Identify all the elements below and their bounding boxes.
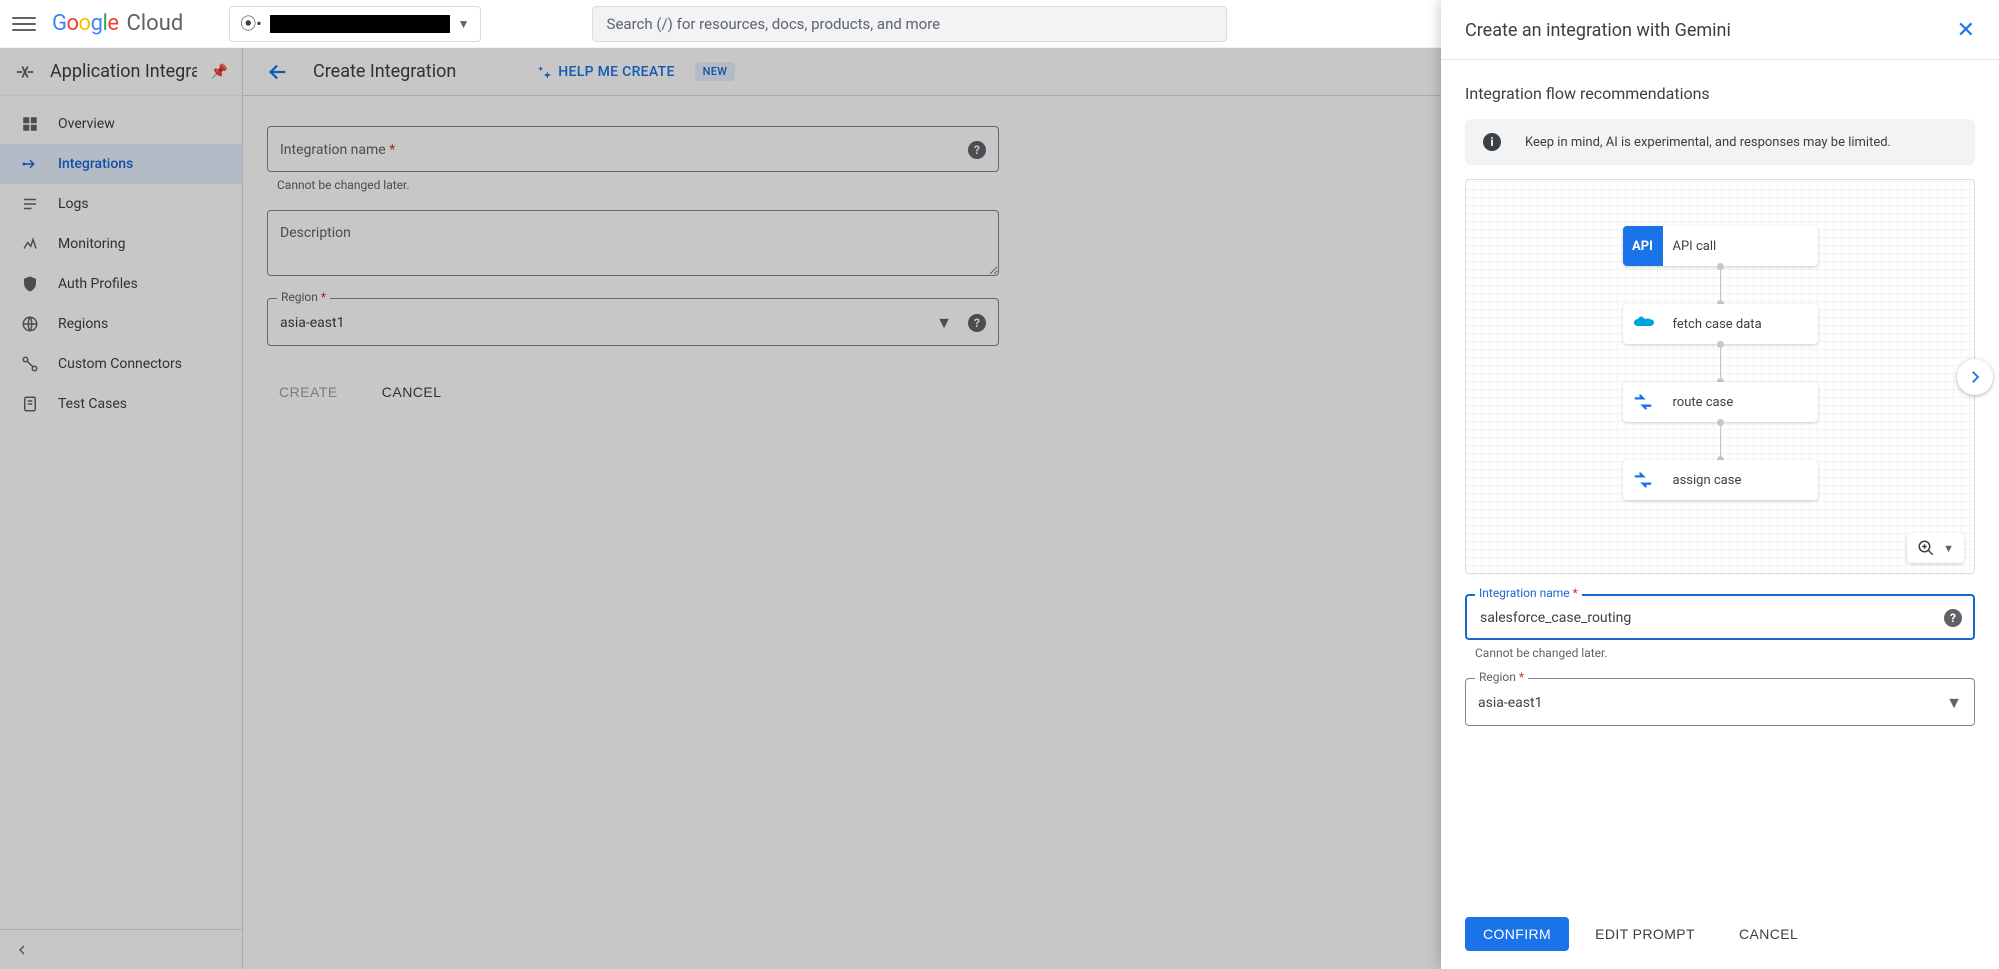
panel-cancel-button[interactable]: CANCEL (1721, 917, 1816, 951)
flow-wrapper: API API call fetch case data (1465, 179, 1975, 574)
flow-connector (1720, 266, 1721, 304)
zoom-in-icon (1917, 539, 1935, 557)
panel-footer: CONFIRM EDIT PROMPT CANCEL (1441, 901, 1999, 969)
mapping-icon (1623, 460, 1663, 500)
flow-canvas[interactable]: API API call fetch case data (1465, 179, 1975, 574)
flow-node-route-case[interactable]: route case (1623, 382, 1818, 422)
close-icon[interactable]: ✕ (1953, 14, 1979, 47)
chevron-down-icon: ▼ (1943, 542, 1954, 555)
help-icon[interactable]: ? (1944, 609, 1962, 627)
node-label: API call (1663, 239, 1717, 254)
panel-header: Create an integration with Gemini ✕ (1441, 0, 1999, 60)
project-icon: ⦿• (240, 16, 261, 32)
flow-connector (1720, 422, 1721, 460)
api-icon: API (1623, 226, 1663, 266)
flow-node-assign-case[interactable]: assign case (1623, 460, 1818, 500)
panel-subtitle: Integration flow recommendations (1465, 84, 1975, 103)
flow-node-api-call[interactable]: API API call (1623, 226, 1818, 266)
panel-title: Create an integration with Gemini (1465, 20, 1731, 41)
panel-name-hint: Cannot be changed later. (1475, 646, 1975, 660)
google-cloud-logo[interactable]: Google Cloud (52, 11, 183, 36)
panel-body: Integration flow recommendations i Keep … (1441, 60, 1999, 901)
nav-menu-icon[interactable] (12, 12, 36, 36)
chevron-down-icon: ▼ (1946, 693, 1962, 713)
edit-prompt-button[interactable]: EDIT PROMPT (1577, 917, 1713, 951)
mapping-icon (1623, 382, 1663, 422)
confirm-button[interactable]: CONFIRM (1465, 917, 1569, 951)
region-value: asia-east1 (1478, 695, 1946, 711)
ai-disclaimer-banner: i Keep in mind, AI is experimental, and … (1465, 119, 1975, 165)
search-input[interactable]: Search (/) for resources, docs, products… (592, 6, 1227, 42)
google-word: Google (52, 11, 118, 36)
node-label: route case (1663, 395, 1734, 410)
panel-integration-name-field[interactable]: Integration name * ? (1465, 594, 1975, 640)
panel-form: Integration name * ? Cannot be changed l… (1465, 594, 1975, 726)
project-name-redacted (270, 15, 450, 33)
region-label: Region * (1475, 670, 1528, 684)
panel-name-input[interactable] (1478, 609, 1944, 627)
zoom-control[interactable]: ▼ (1907, 533, 1964, 563)
banner-text: Keep in mind, AI is experimental, and re… (1525, 135, 1891, 150)
flow-node-fetch-case[interactable]: fetch case data (1623, 304, 1818, 344)
name-label: Integration name * (1475, 586, 1582, 600)
salesforce-icon (1623, 304, 1663, 344)
search-placeholder: Search (/) for resources, docs, products… (607, 15, 941, 33)
project-selector[interactable]: ⦿• ▼ (229, 6, 480, 42)
node-label: fetch case data (1663, 317, 1762, 332)
next-recommendation-button[interactable] (1957, 359, 1993, 395)
node-label: assign case (1663, 473, 1742, 488)
cloud-word: Cloud (126, 11, 183, 36)
flow-connector (1720, 344, 1721, 382)
chevron-down-icon: ▼ (458, 17, 470, 31)
info-icon: i (1483, 133, 1501, 151)
panel-region-field[interactable]: Region * asia-east1 ▼ (1465, 678, 1975, 726)
gemini-side-panel: Create an integration with Gemini ✕ Inte… (1441, 0, 1999, 969)
